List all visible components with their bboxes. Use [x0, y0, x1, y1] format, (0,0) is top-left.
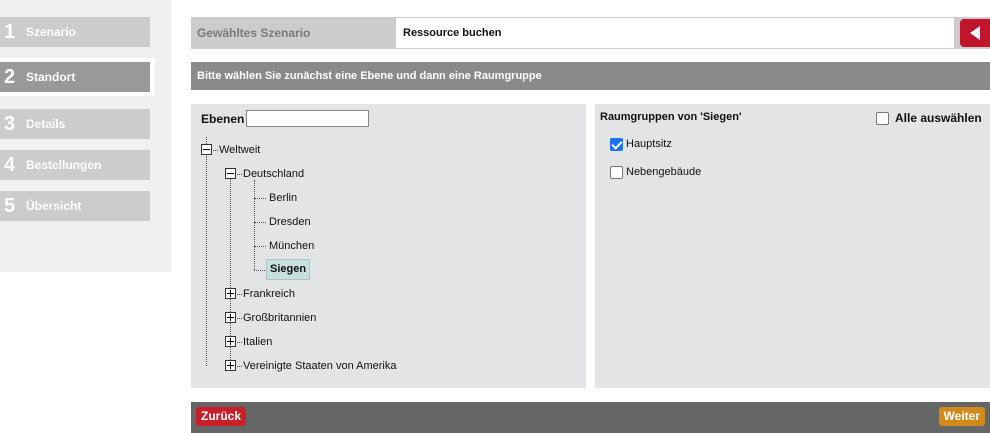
expand-icon[interactable]: [225, 288, 236, 299]
step-number: 3: [4, 113, 16, 135]
tree-connector: [254, 198, 266, 199]
instruction-bar: Bitte wählen Sie zunächst eine Ebene und…: [191, 62, 990, 90]
step-number: 2: [4, 66, 16, 88]
expand-icon[interactable]: [225, 312, 236, 323]
step-bestellungen[interactable]: 4 Bestellungen: [0, 150, 150, 180]
tree-node-dresden[interactable]: Dresden: [269, 214, 311, 230]
tree-connector: [254, 270, 265, 271]
select-all-checkbox[interactable]: [876, 112, 889, 125]
step-label: Bestellungen: [26, 158, 102, 172]
tree-connector: [237, 342, 242, 343]
tree-connector: [237, 294, 242, 295]
tree-node-italien[interactable]: Italien: [243, 334, 272, 350]
tree-connector: [254, 222, 266, 223]
tree-connector: [206, 137, 207, 144]
tree-connector: [254, 180, 255, 270]
wizard-sidebar: 1 Szenario 2 Standort 3 Details 4 Bestel…: [0, 0, 171, 272]
group-checkbox-hauptsitz[interactable]: [610, 138, 623, 151]
scenario-header: Gewähltes Szenario Ressource buchen: [191, 17, 990, 49]
tree-connector: [206, 156, 207, 366]
step-label: Details: [26, 117, 66, 131]
step-number: 1: [4, 21, 16, 43]
back-button[interactable]: Zurück: [196, 407, 247, 426]
footer-bar: Zurück Weiter: [191, 402, 990, 433]
step-label: Standort: [26, 70, 76, 84]
step-szenario[interactable]: 1 Szenario: [0, 17, 150, 47]
expand-icon[interactable]: [225, 360, 236, 371]
step-label: Szenario: [26, 25, 77, 39]
expand-icon[interactable]: [225, 336, 236, 347]
collapse-icon[interactable]: [225, 168, 236, 179]
tree-node-berlin[interactable]: Berlin: [269, 190, 297, 206]
tree-node-weltweit[interactable]: Weltweit: [219, 142, 260, 158]
tree-node-frankreich[interactable]: Frankreich: [243, 286, 295, 302]
tree-connector: [254, 246, 266, 247]
level-filter-input[interactable]: [246, 110, 369, 127]
scenario-value-box: Ressource buchen: [396, 17, 954, 49]
select-all-label[interactable]: Alle auswählen: [895, 111, 982, 125]
room-groups-panel: Raumgruppen von 'Siegen' Alle auswählen …: [595, 104, 990, 388]
step-number: 5: [4, 195, 16, 217]
step-number: 4: [4, 154, 16, 176]
back-arrow-button[interactable]: [960, 19, 990, 47]
tree-node-deutschland[interactable]: Deutschland: [243, 166, 304, 182]
step-standort[interactable]: 2 Standort: [0, 62, 150, 92]
group-label-hauptsitz[interactable]: Hauptsitz: [626, 138, 672, 150]
tree-label: Ebenen: [201, 112, 245, 126]
tree-node-muenchen[interactable]: München: [269, 238, 314, 254]
group-label-nebengebaeude[interactable]: Nebengebäude: [626, 166, 701, 178]
tree-node-usa[interactable]: Vereinigte Staaten von Amerika: [243, 358, 396, 374]
collapse-icon[interactable]: [201, 144, 212, 155]
step-label: Übersicht: [26, 199, 82, 213]
tree-node-siegen[interactable]: Siegen: [266, 259, 311, 280]
next-button[interactable]: Weiter: [938, 407, 985, 426]
tree-connector: [237, 174, 242, 175]
instruction-text: Bitte wählen Sie zunächst eine Ebene und…: [197, 70, 542, 82]
groups-title: Raumgruppen von 'Siegen': [600, 111, 742, 123]
step-uebersicht[interactable]: 5 Übersicht: [0, 191, 150, 221]
tree-connector: [213, 150, 218, 151]
step-details[interactable]: 3 Details: [0, 109, 150, 139]
tree-node-grossbritannien[interactable]: Großbritannien: [243, 310, 316, 326]
level-tree-panel: Ebenen Weltweit Deutschland Berlin Dresd…: [191, 104, 586, 388]
tree-connector: [237, 318, 242, 319]
scenario-label: Gewähltes Szenario: [197, 26, 311, 40]
tree-connector: [237, 366, 242, 367]
group-checkbox-nebengebaeude[interactable]: [610, 166, 623, 179]
triangle-left-icon: [970, 26, 980, 40]
scenario-value: Ressource buchen: [403, 27, 502, 39]
